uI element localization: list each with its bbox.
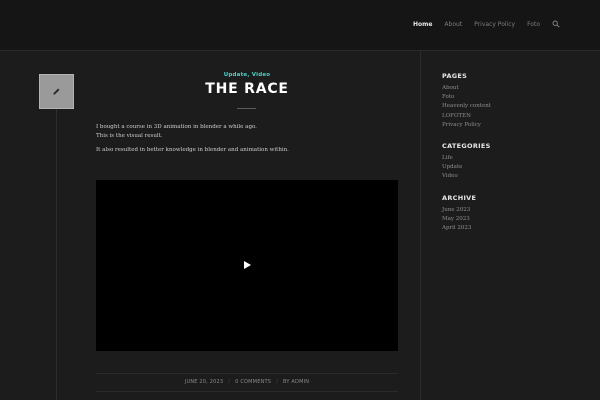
category-link-update[interactable]: Update xyxy=(224,72,248,78)
meta-separator: / xyxy=(228,379,231,385)
widget-categories: Categories Life Update Video xyxy=(442,142,582,182)
meta-separator: / xyxy=(276,379,279,385)
post-categories: Update, Video xyxy=(96,72,398,78)
sidebar-link-foto[interactable]: Foto xyxy=(442,93,582,102)
sidebar-link-heavenly-content[interactable]: Heavenly content xyxy=(442,102,582,111)
post-format-badge[interactable] xyxy=(39,74,74,109)
post-line: This is the visual result. xyxy=(96,133,163,139)
post-body: I bought a course in 3D animation in ble… xyxy=(96,123,398,160)
post-title[interactable]: The Race xyxy=(96,81,398,97)
post-line: I bought a course in 3D animation in ble… xyxy=(96,124,257,130)
post-date[interactable]: June 20, 2023 xyxy=(185,379,224,385)
video-player[interactable] xyxy=(96,180,398,351)
nav-item-home[interactable]: Home xyxy=(413,21,432,28)
sidebar-link-about[interactable]: About xyxy=(442,84,582,93)
sidebar-link-lofoten[interactable]: LOFOTEN xyxy=(442,112,582,121)
nav-item-privacy-policy[interactable]: Privacy Policy xyxy=(474,21,515,28)
category-separator: , xyxy=(247,72,250,78)
sidebar-link-update[interactable]: Update xyxy=(442,163,582,172)
footer-divider xyxy=(96,391,398,392)
widget-pages: Pages About Foto Heavenly content LOFOTE… xyxy=(442,72,582,130)
sidebar-link-video[interactable]: Video xyxy=(442,172,582,181)
nav-item-about[interactable]: About xyxy=(444,21,462,28)
sidebar-link-april-2023[interactable]: April 2023 xyxy=(442,224,582,233)
post-paragraph: I bought a course in 3D animation in ble… xyxy=(96,123,398,141)
post-paragraph: It also resulted in better knowledge in … xyxy=(96,146,398,155)
widget-title: Archive xyxy=(442,193,477,202)
sidebar-link-life[interactable]: Life xyxy=(442,154,582,163)
comments-link[interactable]: 0 Comments xyxy=(235,379,271,385)
sidebar-link-may-2023[interactable]: May 2023 xyxy=(442,215,582,224)
site-header: Home About Privacy Policy Foto xyxy=(0,0,600,51)
sidebar: Pages About Foto Heavenly content LOFOTE… xyxy=(442,72,582,245)
category-link-video[interactable]: Video xyxy=(252,72,271,78)
timeline-line xyxy=(56,109,57,400)
play-icon[interactable] xyxy=(244,261,251,269)
search-icon[interactable] xyxy=(552,20,560,28)
author-link[interactable]: by admin xyxy=(283,379,309,385)
nav-item-foto[interactable]: Foto xyxy=(527,21,540,28)
title-divider xyxy=(237,108,256,109)
pencil-icon xyxy=(53,88,60,95)
footer-divider xyxy=(96,373,398,374)
main-nav: Home About Privacy Policy Foto xyxy=(401,20,560,28)
widget-title: Categories xyxy=(442,142,491,151)
widget-archive: Archive June 2023 May 2023 April 2023 xyxy=(442,194,582,234)
sidebar-divider xyxy=(420,51,421,400)
main-content: Update, Video The Race I bought a course… xyxy=(0,51,420,400)
sidebar-link-june-2023[interactable]: June 2023 xyxy=(442,206,582,215)
post-line: It also resulted in better knowledge in … xyxy=(96,147,289,153)
post-footer: June 20, 2023 / 0 Comments / by admin xyxy=(96,379,398,385)
sidebar-link-privacy-policy[interactable]: Privacy Policy xyxy=(442,121,582,130)
widget-title: Pages xyxy=(442,72,468,80)
